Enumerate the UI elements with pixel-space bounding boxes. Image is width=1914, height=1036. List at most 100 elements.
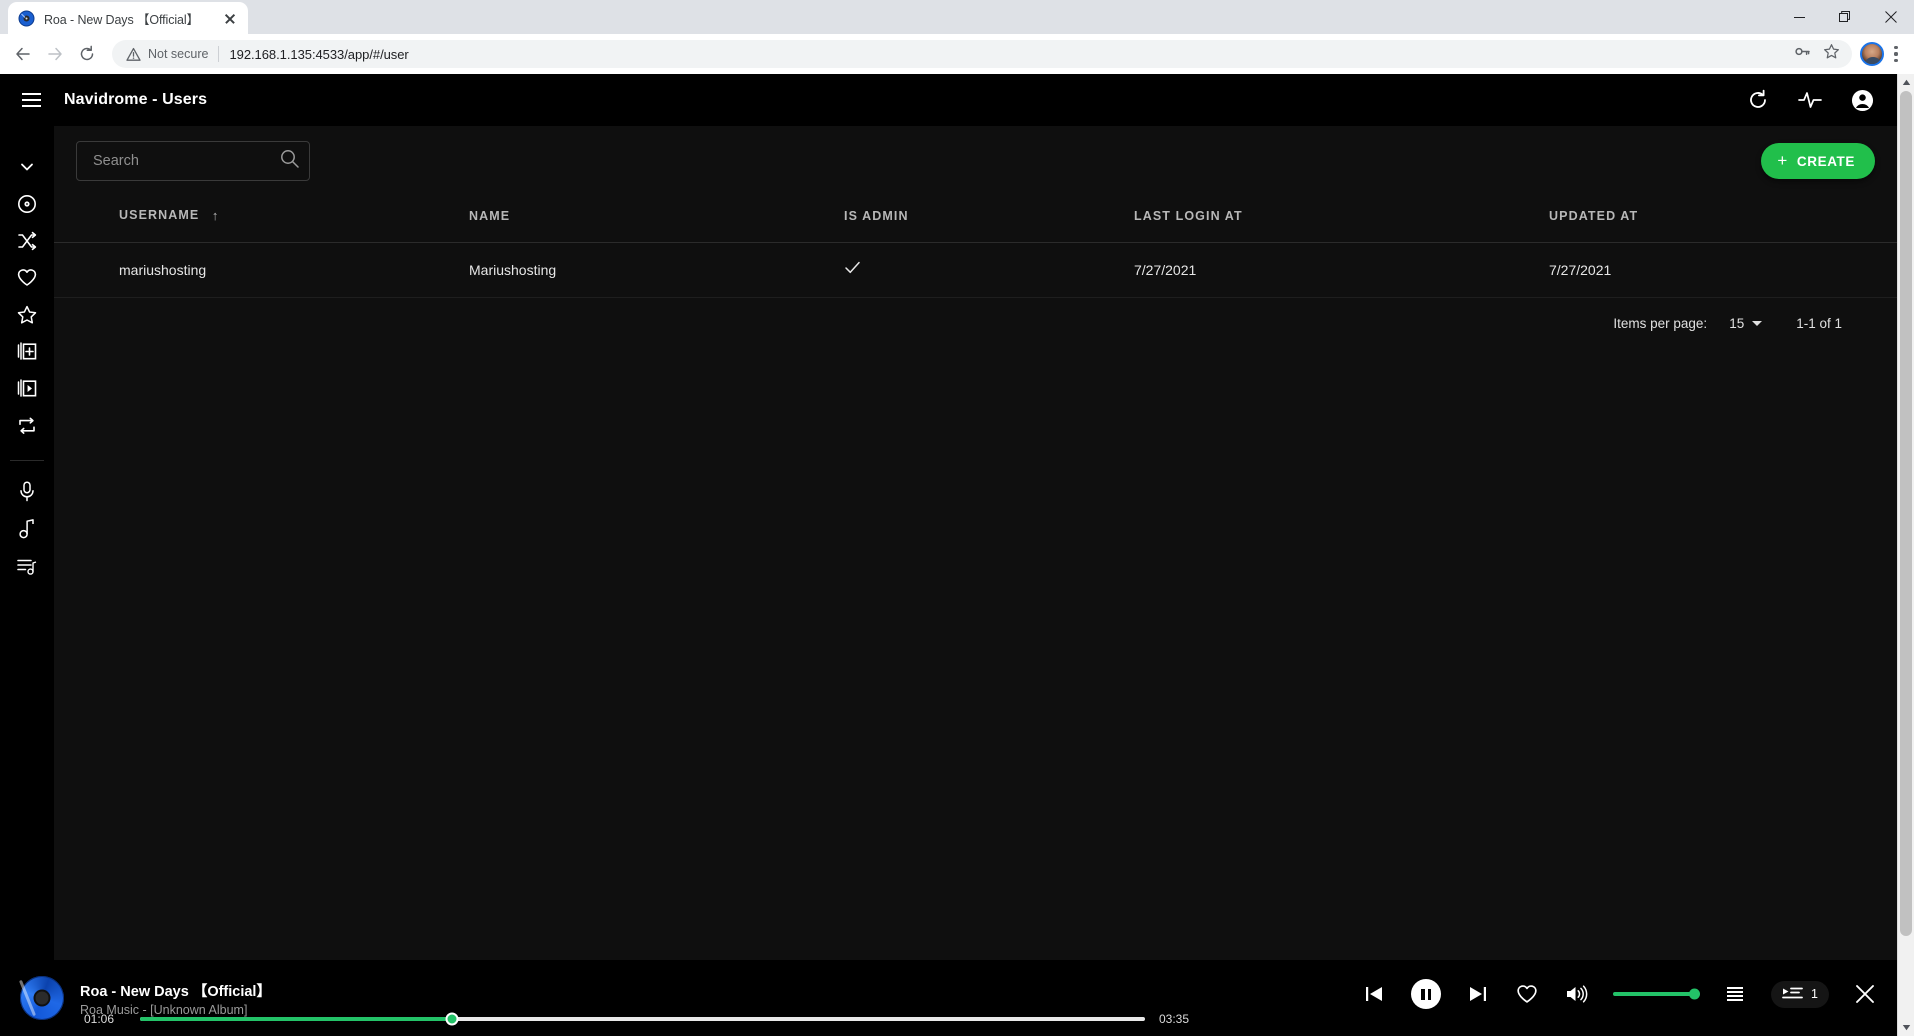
column-header-username[interactable]: USERNAME ↑ (54, 196, 469, 243)
progress-fill (140, 1017, 452, 1021)
column-header-name[interactable]: NAME (469, 196, 844, 243)
pause-icon (1421, 988, 1425, 1000)
sidebar-item-artists[interactable] (0, 473, 54, 510)
cell-updated-at: 7/27/2021 (1549, 242, 1897, 298)
album-disc-icon (18, 194, 36, 213)
microphone-icon (20, 481, 34, 502)
reload-icon[interactable] (72, 39, 102, 69)
refresh-icon[interactable] (1745, 87, 1771, 113)
lyrics-list-icon (1727, 987, 1744, 1001)
scrollbar-track[interactable] (1898, 91, 1914, 1019)
navidrome-app: Navidrome - Users Search + CREATE USERNA… (0, 74, 1897, 1036)
sidebar-item-playlists[interactable] (0, 547, 54, 584)
url-text: 192.168.1.135:4533/app/#/user (229, 46, 409, 62)
column-header-updated-at[interactable]: UPDATED AT (1549, 196, 1897, 243)
browser-toolbar: Not secure 192.168.1.135:4533/app/#/user (0, 34, 1914, 74)
sidebar-item-albums[interactable] (0, 185, 54, 222)
window-close-icon[interactable] (1868, 0, 1914, 34)
maximize-icon[interactable] (1822, 0, 1868, 34)
table-head: USERNAME ↑ NAME IS ADMIN LAST LOGIN AT U… (54, 196, 1897, 243)
warning-triangle-icon (126, 47, 141, 61)
table-row[interactable]: mariushosting Mariushosting 7/27/2021 7/… (54, 242, 1897, 298)
pagination-range: 1-1 of 1 (1796, 315, 1842, 331)
search-box[interactable] (76, 141, 310, 181)
tab-title: Roa - New Days 【Official】 (44, 12, 199, 27)
security-label: Not secure (148, 47, 209, 61)
sidebar-item-most-played[interactable] (0, 407, 54, 444)
sidebar-item-collapse[interactable] (0, 148, 54, 185)
browser-tab[interactable]: Roa - New Days 【Official】 (8, 2, 248, 34)
search-icon[interactable] (280, 149, 299, 173)
scroll-up-arrow-icon[interactable] (1898, 74, 1914, 91)
heart-outline-icon (1517, 985, 1537, 1003)
player-controls: 1 (1361, 979, 1879, 1009)
minimize-icon[interactable] (1776, 0, 1822, 34)
queue-button[interactable]: 1 (1771, 980, 1829, 1008)
shuffle-icon (18, 231, 37, 250)
next-button[interactable] (1463, 980, 1491, 1008)
activity-pulse-icon[interactable] (1797, 87, 1823, 113)
music-note-icon (19, 518, 34, 538)
heart-icon (17, 269, 37, 286)
sidebar-item-recently-added[interactable] (0, 333, 54, 370)
search-input[interactable] (93, 153, 280, 169)
profile-avatar[interactable] (1860, 42, 1884, 66)
items-per-page-select[interactable]: 15 (1729, 316, 1763, 331)
plus-icon: + (1777, 151, 1788, 170)
security-indicator[interactable]: Not secure (126, 47, 208, 62)
player-bar: Roa - New Days 【Official】 Roa Music - [U… (0, 960, 1897, 1036)
vinyl-disc-cover[interactable] (20, 976, 64, 1020)
cell-is-admin (844, 242, 1134, 298)
arrow-up-icon: ↑ (211, 208, 220, 224)
kebab-menu-icon[interactable] (1886, 44, 1906, 64)
sidebar (0, 126, 54, 960)
page-scrollbar[interactable] (1897, 74, 1914, 1036)
progress-slider[interactable] (140, 1012, 1145, 1026)
cell-name: Mariushosting (469, 242, 844, 298)
recently-played-icon (17, 378, 37, 397)
column-header-last-login-at[interactable]: LAST LOGIN AT (1134, 196, 1549, 243)
chevron-down-icon (21, 163, 33, 170)
volume-up-icon (1567, 985, 1588, 1003)
app-header-actions (1745, 87, 1875, 113)
sidebar-item-recently-played[interactable] (0, 370, 54, 407)
volume-button[interactable] (1563, 980, 1591, 1008)
content-toolbar: + CREATE (54, 126, 1897, 196)
close-player-button[interactable] (1851, 980, 1879, 1008)
cell-last-login-at: 7/27/2021 (1134, 242, 1549, 298)
tab-close-icon[interactable] (222, 10, 238, 26)
sidebar-item-top-rated[interactable] (0, 296, 54, 333)
previous-button[interactable] (1361, 980, 1389, 1008)
sidebar-item-shuffle[interactable] (0, 222, 54, 259)
volume-thumb[interactable] (1689, 988, 1701, 1000)
app-header: Navidrome - Users (0, 74, 1897, 126)
pause-button[interactable] (1411, 979, 1442, 1009)
create-button[interactable]: + CREATE (1761, 143, 1875, 179)
volume-slider[interactable] (1613, 988, 1701, 1000)
favourite-button[interactable] (1513, 980, 1541, 1008)
scroll-down-arrow-icon[interactable] (1898, 1019, 1914, 1036)
items-per-page-label: Items per page: (1613, 315, 1708, 331)
omnibox-actions (1794, 43, 1840, 65)
account-circle-icon[interactable] (1849, 87, 1875, 113)
next-track-icon (1470, 987, 1487, 1001)
lyrics-button[interactable] (1721, 980, 1749, 1008)
add-to-library-icon (17, 341, 37, 360)
omnibox-divider (218, 46, 220, 62)
sidebar-item-songs[interactable] (0, 510, 54, 547)
address-bar[interactable]: Not secure 192.168.1.135:4533/app/#/user (112, 40, 1852, 68)
track-subtitle: Roa Music - [Unknown Album] (80, 1002, 248, 1017)
key-icon[interactable] (1794, 43, 1811, 65)
sidebar-divider (10, 460, 44, 461)
pagination: Items per page: 15 1-1 of 1 (54, 298, 1897, 331)
star-outline-icon[interactable] (1823, 43, 1840, 65)
check-icon (844, 261, 861, 280)
sidebar-item-favourites[interactable] (0, 259, 54, 296)
star-icon (17, 305, 37, 324)
column-header-is-admin[interactable]: IS ADMIN (844, 196, 1134, 243)
forward-arrow-icon[interactable] (40, 39, 70, 69)
back-arrow-icon[interactable] (8, 39, 38, 69)
scrollbar-thumb[interactable] (1900, 91, 1912, 936)
hamburger-menu-icon[interactable] (14, 83, 48, 117)
player-track-info: Roa - New Days 【Official】 Roa Music - [U… (80, 980, 550, 1017)
